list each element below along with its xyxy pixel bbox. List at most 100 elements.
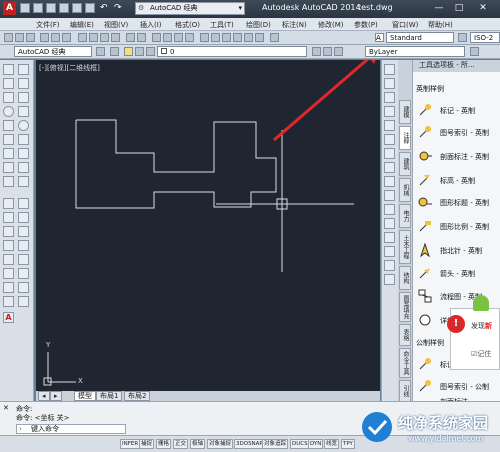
- palette-item[interactable]: 指北针 - 英制: [418, 242, 500, 258]
- saveas-icon[interactable]: [59, 3, 69, 13]
- scale-tool-icon[interactable]: [384, 162, 395, 173]
- array-icon[interactable]: [3, 226, 14, 237]
- move-tool-icon[interactable]: [384, 134, 395, 145]
- erase-icon[interactable]: [3, 198, 14, 209]
- break-icon[interactable]: [18, 268, 29, 279]
- print-icon[interactable]: [85, 3, 95, 13]
- status-otrack[interactable]: 对象追踪: [262, 439, 289, 449]
- publish-icon[interactable]: [62, 33, 71, 42]
- sheetset-icon[interactable]: [233, 33, 242, 42]
- palette-item[interactable]: 标高 - 英制: [418, 172, 500, 188]
- explode-tool-icon[interactable]: [384, 274, 395, 285]
- open-icon[interactable]: [33, 3, 43, 13]
- menu-help[interactable]: 帮助(H): [428, 20, 453, 30]
- menu-insert[interactable]: 插入(I): [140, 20, 162, 30]
- calc-icon[interactable]: [255, 33, 264, 42]
- layer-previous-icon[interactable]: [323, 47, 332, 56]
- menu-dimension[interactable]: 标注(N): [282, 20, 307, 30]
- maximize-button[interactable]: □: [450, 2, 468, 15]
- open-icon[interactable]: [15, 33, 24, 42]
- nav-next-icon[interactable]: ▸: [50, 391, 62, 401]
- ellipse-icon[interactable]: [18, 120, 29, 131]
- help-icon[interactable]: [270, 33, 279, 42]
- plot-icon[interactable]: [72, 3, 82, 13]
- status-polar[interactable]: 极轴: [190, 439, 206, 449]
- layer-combo[interactable]: 0: [157, 46, 307, 57]
- offset-tool-icon[interactable]: [384, 106, 395, 117]
- palette-tab-hatch[interactable]: 图案填充: [399, 292, 411, 322]
- trim-icon[interactable]: [18, 254, 29, 265]
- zoom-icon[interactable]: [163, 33, 172, 42]
- copy-tool-icon[interactable]: [384, 78, 395, 89]
- close-cmd-icon[interactable]: ✕: [3, 404, 9, 412]
- remember-checkbox[interactable]: ☑记住: [471, 349, 491, 359]
- dim-style-combo[interactable]: ISO-2: [470, 32, 500, 43]
- preview-icon[interactable]: [51, 33, 60, 42]
- palette-tab-architectural[interactable]: 建筑: [399, 152, 411, 176]
- palette-tab-civil[interactable]: 土木工程: [399, 230, 411, 264]
- make-current-icon[interactable]: [312, 47, 321, 56]
- rotate-icon[interactable]: [3, 240, 14, 251]
- region-icon[interactable]: [18, 162, 29, 173]
- palette-item[interactable]: 图号索引 - 公制: [418, 378, 500, 394]
- palette-tab-modeling[interactable]: 建模: [399, 100, 411, 124]
- scale-icon[interactable]: [18, 240, 29, 251]
- join-tool-icon[interactable]: [384, 232, 395, 243]
- cut-icon[interactable]: [78, 33, 87, 42]
- menu-window[interactable]: 窗口(W): [392, 20, 418, 30]
- chamfer-tool-icon[interactable]: [384, 246, 395, 257]
- status-snap[interactable]: 捕捉: [139, 439, 155, 449]
- autocad-logo-icon[interactable]: A: [3, 2, 16, 15]
- workspace-dropdown[interactable]: ⚙ AutoCAD 经典 ▾: [135, 2, 245, 15]
- text-a-icon[interactable]: A: [3, 312, 14, 323]
- chamfer-icon[interactable]: [18, 282, 29, 293]
- array-tool-icon[interactable]: [384, 120, 395, 131]
- gradient-icon[interactable]: [3, 162, 14, 173]
- status-lineweight[interactable]: 线宽: [324, 439, 340, 449]
- properties-icon[interactable]: [200, 33, 209, 42]
- status-ortho[interactable]: 正交: [173, 439, 189, 449]
- save-icon[interactable]: [26, 33, 35, 42]
- dimstyle-icon[interactable]: [458, 33, 467, 42]
- menu-file[interactable]: 文件(F): [36, 20, 60, 30]
- textstyle-icon[interactable]: A: [375, 33, 384, 42]
- make-block-icon[interactable]: [18, 134, 29, 145]
- close-button[interactable]: ✕: [474, 2, 492, 15]
- tab-layout1[interactable]: 布局1: [96, 391, 123, 401]
- paste-icon[interactable]: [100, 33, 109, 42]
- pline-icon[interactable]: [3, 78, 14, 89]
- menu-tools[interactable]: 工具(T): [210, 20, 234, 30]
- status-infer[interactable]: INFER: [120, 439, 141, 449]
- zoom-prev-icon[interactable]: [185, 33, 194, 42]
- minimize-button[interactable]: —: [430, 2, 448, 15]
- copy-obj-icon[interactable]: [18, 198, 29, 209]
- mirror-tool-icon[interactable]: [384, 92, 395, 103]
- copy-icon[interactable]: [89, 33, 98, 42]
- palette-tab-annotation[interactable]: 注释: [399, 126, 411, 150]
- palette-item[interactable]: 剖面标注 - 英制: [418, 148, 500, 164]
- line-icon[interactable]: [3, 64, 14, 75]
- layer-lock-icon[interactable]: [146, 47, 155, 56]
- markup-icon[interactable]: [244, 33, 253, 42]
- workspace-combo[interactable]: AutoCAD 经典: [14, 46, 92, 57]
- stretch-icon[interactable]: [3, 254, 14, 265]
- lineweight-icon[interactable]: [470, 47, 479, 56]
- offset-icon[interactable]: [18, 212, 29, 223]
- join-icon[interactable]: [3, 282, 14, 293]
- save-icon[interactable]: [46, 3, 56, 13]
- pan-icon[interactable]: [152, 33, 161, 42]
- status-osnap[interactable]: 对象捕捉: [207, 439, 234, 449]
- toolpalette-icon[interactable]: [222, 33, 231, 42]
- palette-item[interactable]: 图形标题 - 英制: [418, 194, 500, 210]
- extend-tool-icon[interactable]: [384, 204, 395, 215]
- table-icon[interactable]: [3, 176, 14, 187]
- break-tool-icon[interactable]: [384, 218, 395, 229]
- command-input[interactable]: › 键入命令: [16, 424, 126, 434]
- point-icon[interactable]: [3, 148, 14, 159]
- nav-first-icon[interactable]: ◂: [38, 391, 50, 401]
- mtext-icon[interactable]: [18, 176, 29, 187]
- linetype-combo[interactable]: ByLayer: [365, 46, 465, 57]
- status-ducs[interactable]: DUCS: [290, 439, 310, 449]
- tab-layout2[interactable]: 布局2: [124, 391, 151, 401]
- status-tpy[interactable]: TPY: [341, 439, 355, 449]
